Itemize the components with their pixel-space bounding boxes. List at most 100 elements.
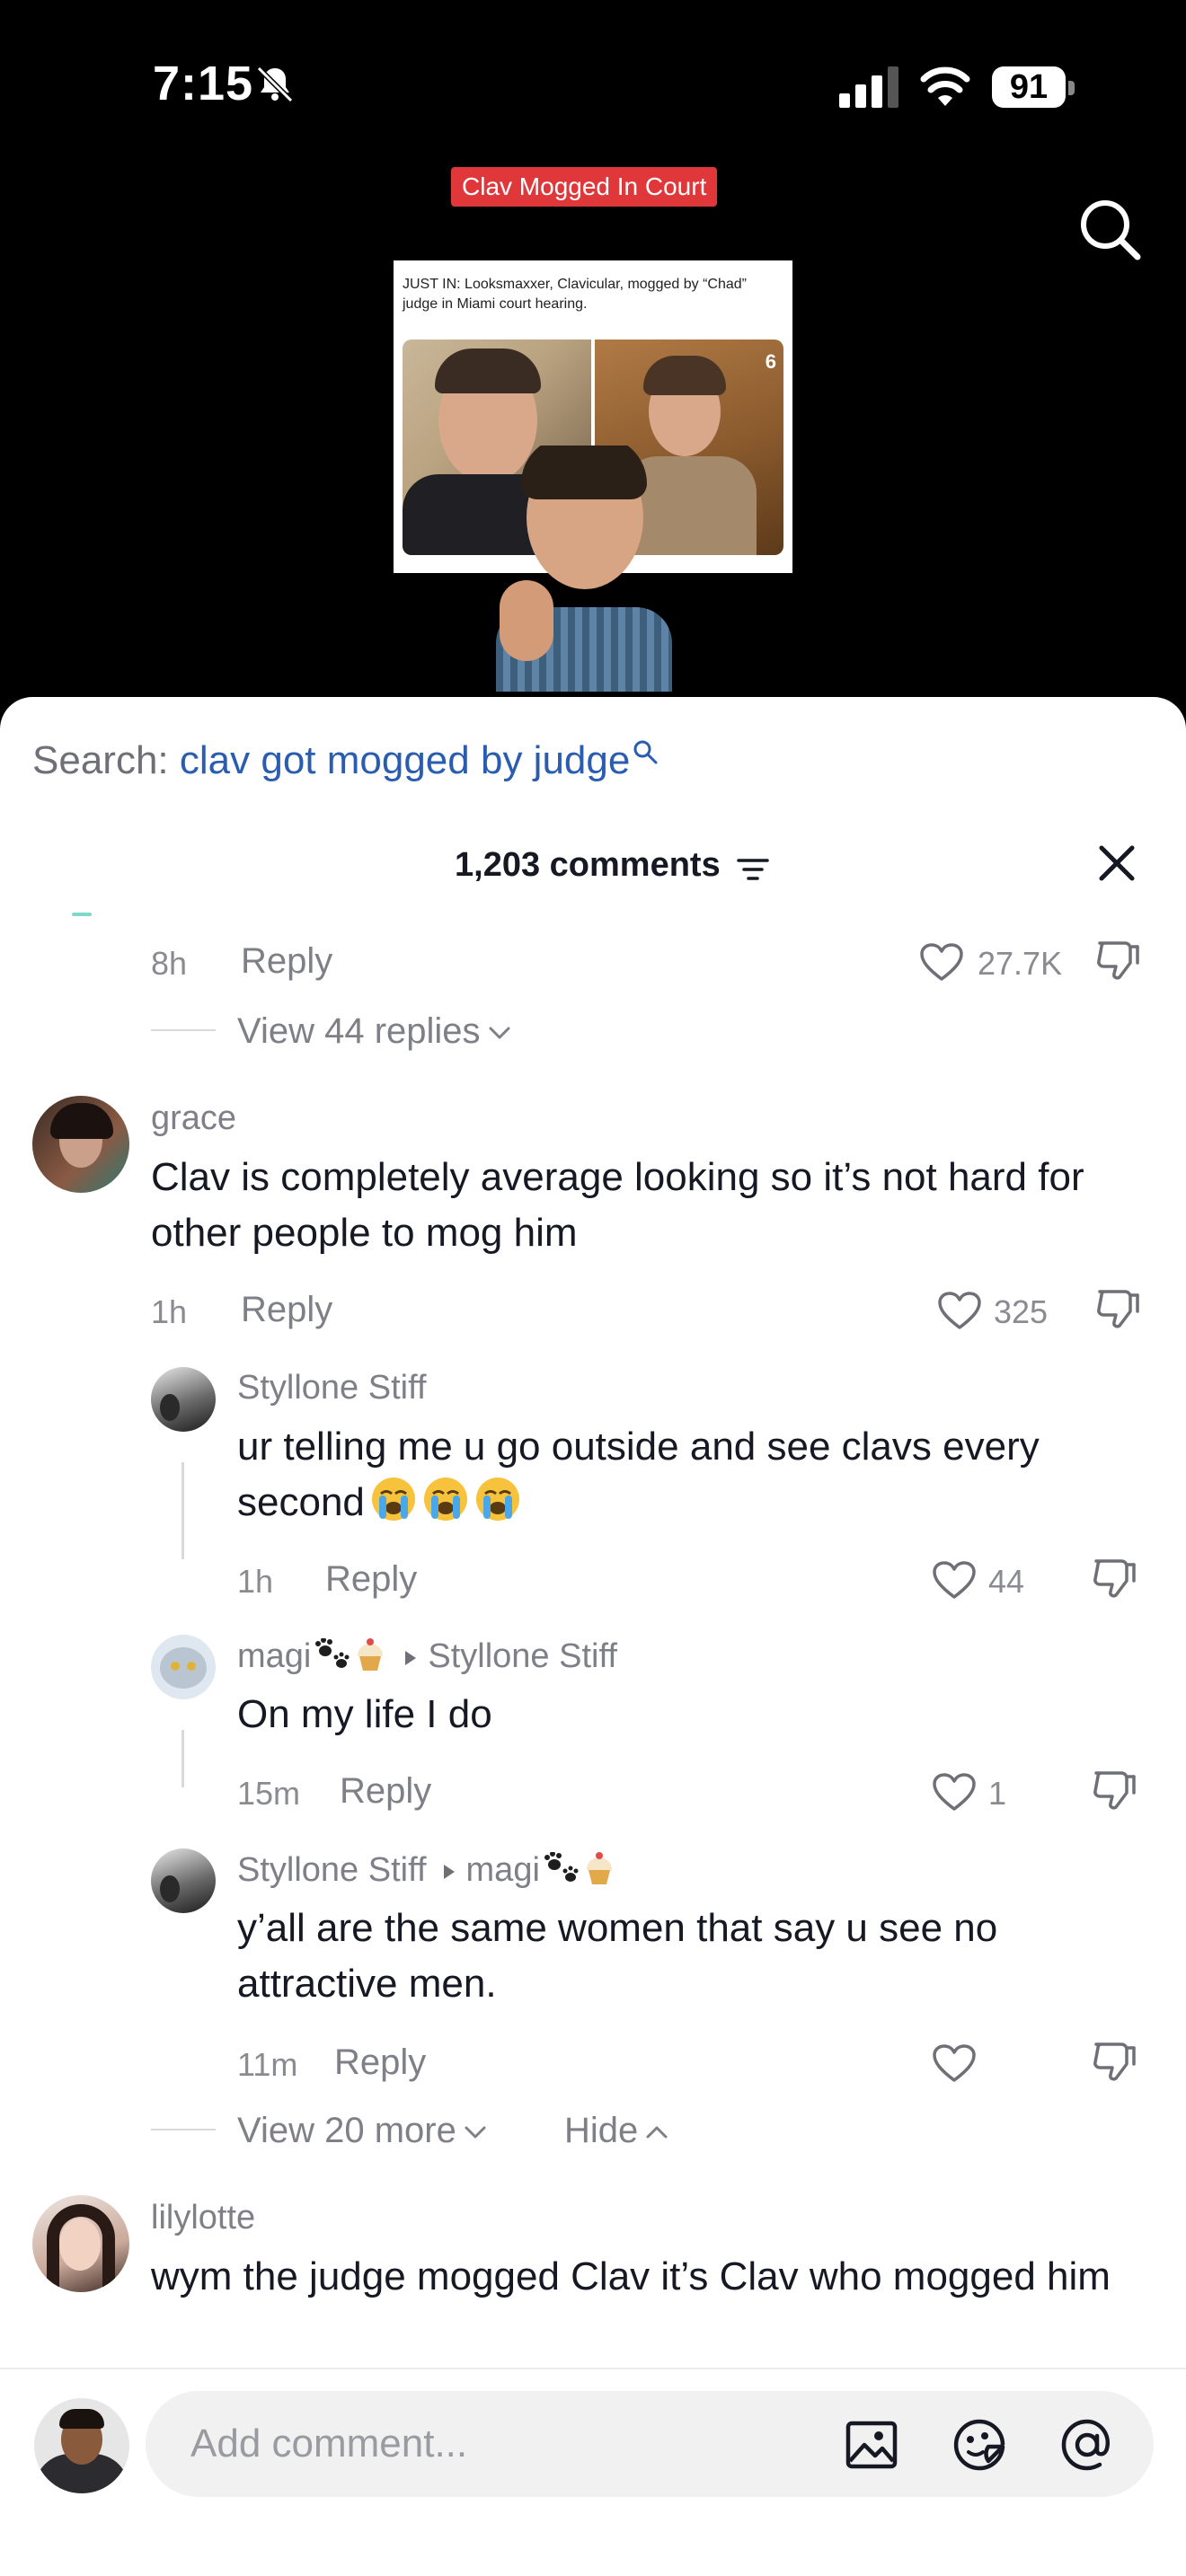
comment-text-body: ur telling me u go outside and see clavs… bbox=[237, 1425, 1040, 1524]
comment-username[interactable]: grace bbox=[151, 1099, 236, 1138]
thumbs-down-icon[interactable] bbox=[1094, 938, 1141, 983]
like-count: 44 bbox=[988, 1563, 1025, 1600]
status-bar: 7:15 91 bbox=[0, 0, 1186, 180]
thumbs-down-icon[interactable] bbox=[1091, 1556, 1137, 1601]
comment-time: 15m bbox=[237, 1775, 301, 1812]
cupcake-icon bbox=[358, 1638, 384, 1671]
comment-actions: 1h Reply 325 bbox=[0, 1286, 1186, 1331]
comment-text: Clav is completely average looking so it… bbox=[151, 1155, 1084, 1255]
comment-text: wym the judge mogged Clav it’s Clav who … bbox=[151, 2254, 1111, 2298]
thread-controls: View 20 more Hide bbox=[0, 2107, 898, 2152]
search-icon bbox=[633, 740, 658, 764]
reply-button[interactable]: Reply bbox=[241, 1290, 332, 1330]
comment-username-text[interactable]: Styllone Stiff bbox=[237, 1851, 427, 1889]
wifi-icon bbox=[920, 66, 970, 106]
heart-outline-icon[interactable] bbox=[931, 1559, 978, 1601]
thumbs-down-icon[interactable] bbox=[1094, 1286, 1141, 1331]
reply-to-username[interactable]: magi bbox=[466, 1851, 540, 1889]
thumbs-down-icon[interactable] bbox=[1091, 2039, 1137, 2084]
view-replies-label: View 44 replies bbox=[237, 1011, 481, 1051]
chevron-down-icon bbox=[489, 1027, 510, 1039]
heart-outline-icon[interactable] bbox=[931, 1771, 978, 1813]
view-more-label: View 20 more bbox=[237, 2111, 456, 2150]
view-replies-button[interactable]: View 44 replies bbox=[237, 1011, 513, 1052]
comments-sheet: Search: clav got mogged by judge 1,203 c… bbox=[0, 697, 1186, 2576]
avatar[interactable] bbox=[32, 2195, 129, 2292]
chevron-up-icon bbox=[646, 2126, 668, 2139]
heart-outline-icon[interactable] bbox=[936, 1290, 983, 1331]
avatar[interactable] bbox=[151, 1635, 216, 1699]
like-count: 325 bbox=[994, 1293, 1049, 1330]
paw-prints-icon bbox=[544, 1852, 579, 1882]
view-replies-row[interactable]: View 44 replies bbox=[0, 1008, 629, 1053]
battery-level: 91 bbox=[992, 66, 1066, 108]
comment-text: y’all are the same women that say u see … bbox=[237, 1906, 998, 2006]
loudly-crying-face-icon bbox=[371, 1478, 415, 1521]
image-icon[interactable] bbox=[843, 2416, 900, 2474]
comment-actions: 1h Reply 44 bbox=[0, 1556, 1186, 1601]
search-suggestion[interactable]: Search: clav got mogged by judge bbox=[32, 738, 659, 783]
comment-username[interactable]: lilylotte bbox=[151, 2199, 255, 2237]
avatar[interactable] bbox=[151, 1848, 216, 1913]
search-prefix: Search: bbox=[32, 738, 169, 782]
reply-to-username[interactable]: Styllone Stiff bbox=[428, 1637, 617, 1675]
comment-actions: 8h Reply 27.7K bbox=[0, 938, 1186, 983]
at-sign-icon[interactable] bbox=[1058, 2416, 1116, 2474]
comment-time: 11m bbox=[237, 2046, 298, 2083]
filter-lines-icon[interactable] bbox=[737, 855, 769, 884]
reply-button[interactable]: Reply bbox=[241, 941, 332, 982]
video-player[interactable]: 7:15 91 Clav Mogged In Court JUST IN: Lo bbox=[0, 0, 1186, 719]
comment-count: 1,203 comments bbox=[455, 846, 721, 884]
chevron-down-icon bbox=[465, 2126, 486, 2139]
avatar[interactable] bbox=[151, 1367, 216, 1432]
divider bbox=[72, 913, 92, 916]
like-count: 27.7K bbox=[978, 945, 1063, 982]
comment-composer bbox=[0, 2368, 1186, 2576]
thumbs-down-icon[interactable] bbox=[1091, 1768, 1137, 1813]
view-more-button[interactable]: View 20 more bbox=[237, 2111, 489, 2151]
my-avatar[interactable] bbox=[34, 2398, 129, 2493]
loudly-crying-face-icon bbox=[423, 1478, 467, 1521]
divider bbox=[151, 1029, 216, 1031]
cupcake-icon bbox=[586, 1852, 612, 1884]
paw-prints-icon bbox=[315, 1638, 350, 1668]
comment-text: On my life I do bbox=[237, 1692, 492, 1736]
comment-username[interactable]: Styllone Stiff bbox=[237, 1369, 427, 1407]
reply-button[interactable]: Reply bbox=[325, 1559, 417, 1600]
reply-arrow-icon bbox=[405, 1650, 417, 1665]
heart-outline-icon[interactable] bbox=[931, 2042, 978, 2084]
comment-time: 1h bbox=[151, 1293, 188, 1330]
hide-label: Hide bbox=[564, 2111, 639, 2150]
comment-text: ur telling me u go outside and see clavs… bbox=[237, 1419, 1136, 1531]
creator-overlay bbox=[496, 446, 672, 692]
close-icon[interactable] bbox=[1096, 842, 1137, 884]
reply-arrow-icon bbox=[443, 1864, 455, 1879]
search-term-link[interactable]: clav got mogged by judge bbox=[180, 738, 630, 782]
search-icon[interactable] bbox=[1076, 196, 1143, 262]
status-time: 7:15 bbox=[153, 57, 254, 110]
comment-actions: 11m Reply bbox=[0, 2039, 1186, 2084]
thread-line bbox=[181, 1462, 184, 1559]
hide-replies-button[interactable]: Hide bbox=[564, 2111, 670, 2151]
comment-actions: 15m Reply 1 bbox=[0, 1768, 1186, 1813]
comment-username: Styllone Stiff magi bbox=[237, 1850, 617, 1890]
avatar[interactable] bbox=[32, 1096, 129, 1193]
comment-username: magi Styllone Stiff bbox=[237, 1636, 617, 1676]
battery-indicator: 91 bbox=[992, 66, 1076, 110]
like-count: 1 bbox=[988, 1775, 1007, 1812]
comment-time: 1h bbox=[237, 1563, 274, 1600]
news-headline: JUST IN: Looksmaxxer, Clavicular, mogged… bbox=[403, 277, 747, 312]
video-tag[interactable]: Clav Mogged In Court bbox=[451, 167, 718, 207]
heart-outline-icon[interactable] bbox=[918, 941, 965, 983]
reply-button[interactable]: Reply bbox=[340, 1771, 431, 1812]
comments-header: 1,203 comments bbox=[0, 839, 1186, 902]
bell-slash-icon bbox=[256, 66, 294, 103]
news-logo: 6 bbox=[765, 350, 776, 373]
sticker-icon[interactable] bbox=[951, 2416, 1008, 2474]
reply-button[interactable]: Reply bbox=[334, 2042, 426, 2083]
cellular-signal-icon bbox=[839, 66, 898, 108]
loudly-crying-face-icon bbox=[475, 1478, 519, 1521]
comment-username-text[interactable]: magi bbox=[237, 1637, 311, 1675]
divider bbox=[151, 2129, 216, 2130]
comment-time: 8h bbox=[151, 945, 188, 982]
